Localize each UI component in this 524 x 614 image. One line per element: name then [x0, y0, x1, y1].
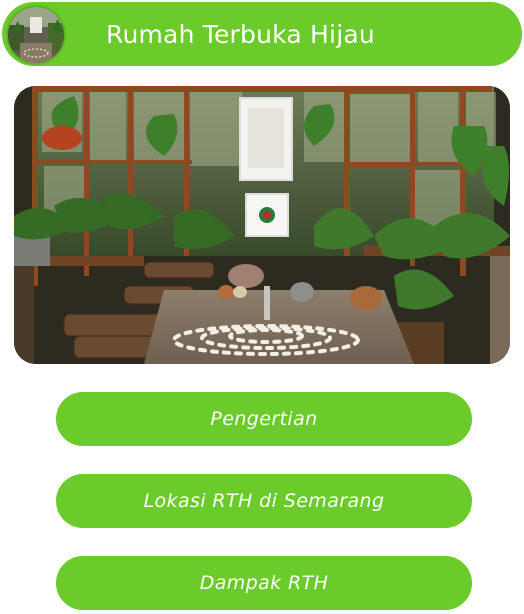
page-title: Rumah Terbuka Hijau [106, 20, 375, 49]
dampak-rth-button[interactable]: Dampak RTH [56, 556, 472, 610]
greenhouse-photo-icon [14, 86, 510, 364]
greenhouse-thumbnail-icon[interactable] [8, 7, 64, 63]
lokasi-rth-button[interactable]: Lokasi RTH di Semarang [56, 474, 472, 528]
pengertian-button[interactable]: Pengertian [56, 392, 472, 446]
header-bar: Rumah Terbuka Hijau [2, 2, 522, 66]
